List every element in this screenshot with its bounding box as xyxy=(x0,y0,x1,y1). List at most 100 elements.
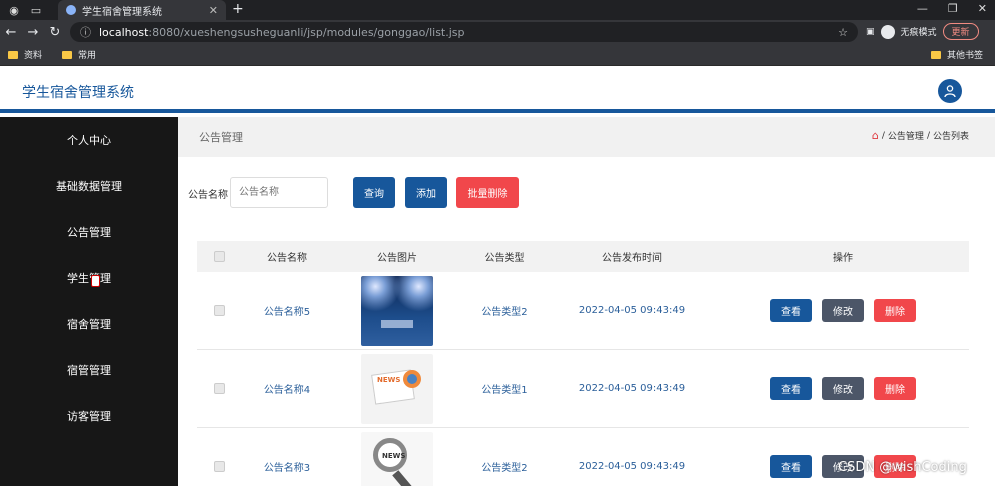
column-header: 公告类型 xyxy=(484,253,525,264)
add-button[interactable]: 添加 xyxy=(405,177,447,208)
home-icon[interactable]: ⌂ xyxy=(872,129,879,142)
breadcrumb-item: 公告列表 xyxy=(932,132,969,142)
sidebar-item-announcements[interactable]: 公告管理 xyxy=(0,209,178,255)
page-title: 公告管理 xyxy=(199,131,243,144)
announcement-type: 公告类型1 xyxy=(481,385,528,396)
breadcrumb-separator: / xyxy=(926,130,930,141)
announcement-time: 2022-04-05 09:43:49 xyxy=(578,305,686,316)
browser-tab[interactable]: 学生宿舍管理系统 ✕ xyxy=(58,0,226,20)
breadcrumb-separator: / xyxy=(881,130,885,141)
sidebar-item-visitors[interactable]: 访客管理 xyxy=(0,393,178,439)
magnifier-icon: NEWS xyxy=(373,437,407,472)
breadcrumb-item[interactable]: 公告管理 xyxy=(888,129,924,142)
row-checkbox[interactable] xyxy=(214,461,225,472)
table-row: 公告名称4 NEWS 公告类型1 2022-04-05 09:43:49 查看 … xyxy=(197,350,969,428)
magnifier-handle xyxy=(392,469,414,486)
bookmark-folder[interactable]: 资料 xyxy=(8,48,42,61)
side-panel-icon[interactable]: ▣ xyxy=(866,27,875,37)
tab-close-icon[interactable]: ✕ xyxy=(209,4,218,17)
page-header: 公告管理 ⌂ / 公告管理 / 公告列表 xyxy=(178,117,995,157)
new-tab-icon[interactable]: + xyxy=(232,1,244,17)
sidebar-item-label: 访客管理 xyxy=(67,410,111,423)
announcement-table: 公告名称 公告图片 公告类型 公告发布时间 操作 公告名称5 公告类型2 202… xyxy=(197,241,969,486)
sidebar-item-dormitories[interactable]: 宿舍管理 xyxy=(0,301,178,347)
edit-button[interactable]: 修改 xyxy=(822,377,864,400)
tab-overview-icon[interactable]: ▭ xyxy=(28,2,44,18)
table-row: 公告名称3 NEWS 公告类型2 2022-04-05 09:43:49 查看 … xyxy=(197,428,969,486)
restore-icon[interactable]: ❐ xyxy=(948,2,958,15)
announcement-time: 2022-04-05 09:43:49 xyxy=(578,383,686,394)
announcement-name: 公告名称4 xyxy=(263,385,311,396)
view-button[interactable]: 查看 xyxy=(770,455,812,478)
announcement-type: 公告类型2 xyxy=(481,307,528,318)
search-input[interactable] xyxy=(230,177,328,208)
browser-tab-bar: ◉ ▭ 学生宿舍管理系统 ✕ + — ❐ ✕ xyxy=(0,0,995,20)
announcement-name: 公告名称5 xyxy=(263,307,311,318)
announcement-name: 公告名称3 xyxy=(263,463,311,474)
column-header: 公告发布时间 xyxy=(602,253,662,264)
row-checkbox[interactable] xyxy=(214,383,225,394)
sidebar-item-dorm-managers[interactable]: 宿管管理 xyxy=(0,347,178,393)
sidebar: 个人中心 基础数据管理 公告管理 学生管理 宿舍管理 宿管管理 访客管理 xyxy=(0,117,178,486)
search-label: 公告名称 xyxy=(188,190,228,201)
column-header: 公告名称 xyxy=(267,253,307,264)
mouse-cursor-icon xyxy=(91,275,100,287)
edit-button[interactable]: 修改 xyxy=(822,299,864,322)
news-text-icon: NEWS xyxy=(377,375,401,384)
site-info-icon[interactable]: ⓘ xyxy=(80,24,91,40)
bookmark-label: 其他书签 xyxy=(946,51,983,61)
sidebar-item-label: 宿管管理 xyxy=(67,364,111,377)
row-checkbox[interactable] xyxy=(214,305,225,316)
folder-icon xyxy=(930,50,941,59)
bookmarks-bar: 资料 常用 其他书签 xyxy=(0,44,995,66)
announcement-time: 2022-04-05 09:43:49 xyxy=(578,461,686,472)
watermark: CSDN @wishCoding xyxy=(838,460,967,475)
browser-address-bar: ← → ↻ ⓘ localhost :8080/xueshengsushegua… xyxy=(0,20,995,44)
sidebar-item-label: 学生管理 xyxy=(67,272,111,285)
batch-delete-button[interactable]: 批量删除 xyxy=(456,177,519,208)
column-header: 公告图片 xyxy=(377,253,417,264)
close-window-icon[interactable]: ✕ xyxy=(978,2,987,15)
announcement-image: NEWS xyxy=(361,431,433,486)
table-row: 公告名称5 公告类型2 2022-04-05 09:43:49 查看 修改 删除 xyxy=(197,272,969,350)
bookmark-label: 常用 xyxy=(78,51,97,61)
url-host: localhost xyxy=(99,25,149,39)
bookmark-folder[interactable]: 常用 xyxy=(62,48,96,61)
query-button[interactable]: 查询 xyxy=(353,177,395,208)
user-icon xyxy=(944,85,956,98)
minimize-icon[interactable]: — xyxy=(917,2,928,15)
table-header: 公告名称 公告图片 公告类型 公告发布时间 操作 xyxy=(197,241,969,272)
app-header: 学生宿舍管理系统 xyxy=(0,67,995,113)
sidebar-item-label: 基础数据管理 xyxy=(56,180,122,193)
url-input[interactable]: ⓘ localhost :8080/xueshengsusheguanli/js… xyxy=(70,22,858,42)
user-avatar[interactable] xyxy=(938,79,962,103)
folder-icon xyxy=(8,50,18,59)
forward-icon[interactable]: → xyxy=(22,25,44,40)
tab-title: 学生宿舍管理系统 xyxy=(82,6,162,18)
bookmark-star-icon[interactable]: ☆ xyxy=(838,26,848,39)
app-title: 学生宿舍管理系统 xyxy=(22,85,134,101)
other-bookmarks[interactable]: 其他书签 xyxy=(930,48,983,61)
announcement-image xyxy=(361,275,433,346)
select-all-checkbox[interactable] xyxy=(214,251,225,262)
view-button[interactable]: 查看 xyxy=(770,377,812,400)
breadcrumb: ⌂ / 公告管理 / 公告列表 xyxy=(872,129,969,142)
announcement-type: 公告类型2 xyxy=(481,463,528,474)
delete-button[interactable]: 删除 xyxy=(874,299,916,322)
sidebar-item-base-data[interactable]: 基础数据管理 xyxy=(0,163,178,209)
view-button[interactable]: 查看 xyxy=(770,299,812,322)
back-icon[interactable]: ← xyxy=(0,25,22,40)
update-button[interactable]: 更新 xyxy=(942,23,979,40)
browser-menu-icon[interactable]: ◉ xyxy=(6,2,22,18)
sidebar-item-profile[interactable]: 个人中心 xyxy=(0,117,178,163)
sidebar-item-label: 宿舍管理 xyxy=(67,318,111,331)
sidebar-item-students[interactable]: 学生管理 xyxy=(0,255,178,301)
announcement-image: NEWS xyxy=(361,353,433,424)
magnifier-icon xyxy=(403,369,421,388)
delete-button[interactable]: 删除 xyxy=(874,377,916,400)
tab-favicon-icon xyxy=(66,5,76,15)
url-path: :8080/xueshengsusheguanli/jsp/modules/go… xyxy=(148,25,465,39)
stage-shape xyxy=(381,319,413,328)
reload-icon[interactable]: ↻ xyxy=(44,25,66,40)
folder-icon xyxy=(62,50,73,59)
